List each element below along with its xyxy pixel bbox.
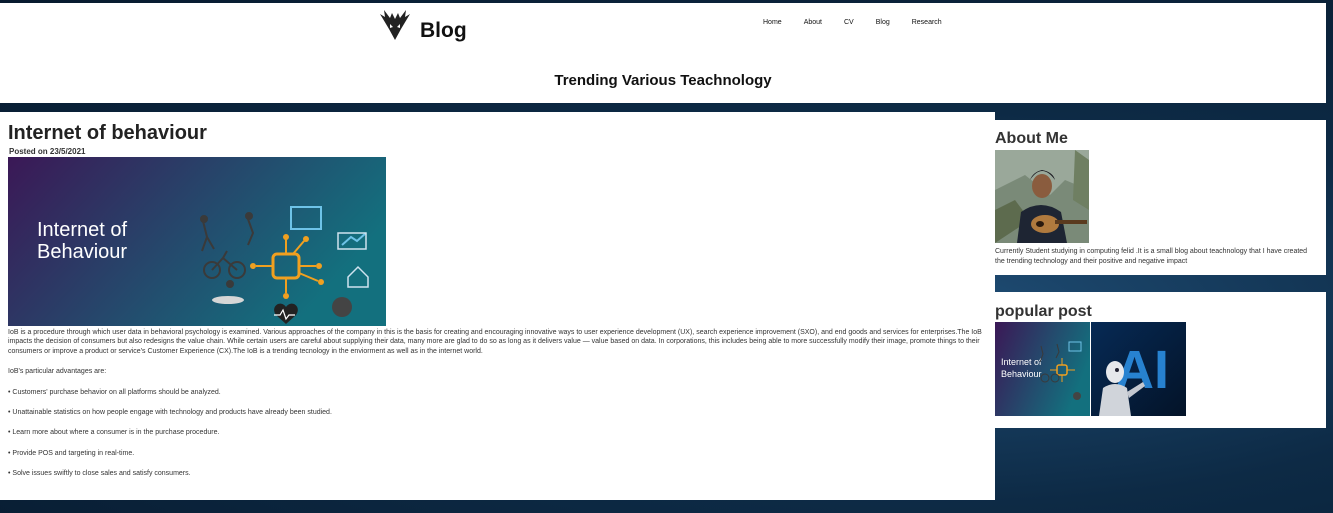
advantage-item: • Unattainable statistics on how people … [8, 409, 332, 417]
post-title: Internet of behaviour [8, 122, 207, 144]
main-nav: Home About CV Blog Research [763, 19, 942, 26]
popular-post-iob-thumbnail[interactable]: Internet of Behaviour [995, 322, 1090, 416]
nav-blog[interactable]: Blog [876, 19, 890, 26]
thumb-text-line-2: Behaviour [1001, 369, 1042, 379]
popular-post-ai-thumbnail[interactable]: AI [1091, 322, 1186, 416]
nav-cv[interactable]: CV [844, 19, 854, 26]
about-text: Currently Student studying in computing … [995, 248, 1308, 265]
nav-about[interactable]: About [804, 19, 822, 26]
thumb-text-line-1: Internet of [1001, 357, 1042, 367]
site-title[interactable]: Blog [420, 19, 467, 43]
popular-title: popular post [995, 303, 1092, 320]
hero-text-line-1: Internet of [37, 219, 128, 241]
post-article: Internet of behaviour Posted on 23/5/202… [0, 112, 995, 500]
advantages-heading: IoB's particular advantages are: [8, 368, 107, 376]
advantage-item: • Solve issues swiftly to close sales an… [8, 470, 191, 478]
post-hero-image: Internet of Behaviour [8, 157, 386, 326]
nav-home[interactable]: Home [763, 19, 782, 26]
site-header: Blog Home About CV Blog Research Trendin… [0, 3, 1326, 103]
about-me-widget: About Me Currently Student studying in c… [995, 120, 1326, 275]
nav-research[interactable]: Research [912, 19, 942, 26]
logo-icon[interactable] [378, 9, 412, 41]
post-date: Posted on 23/5/2021 [9, 147, 86, 156]
popular-posts-widget: popular post Internet of Behaviour AI [995, 292, 1326, 428]
advantage-item: • Customers' purchase behavior on all pl… [8, 388, 221, 396]
post-content: IoB is a procedure through which user da… [8, 328, 983, 490]
author-photo [995, 150, 1089, 243]
about-title: About Me [995, 130, 1068, 147]
site-tagline: Trending Various Teachnology [554, 72, 772, 89]
advantage-item: • Learn more about where a consumer is i… [8, 429, 220, 437]
post-intro: IoB is a procedure through which user da… [8, 329, 982, 355]
hero-text-line-2: Behaviour [37, 241, 127, 263]
advantage-item: • Provide POS and targeting in real-time… [8, 449, 135, 457]
